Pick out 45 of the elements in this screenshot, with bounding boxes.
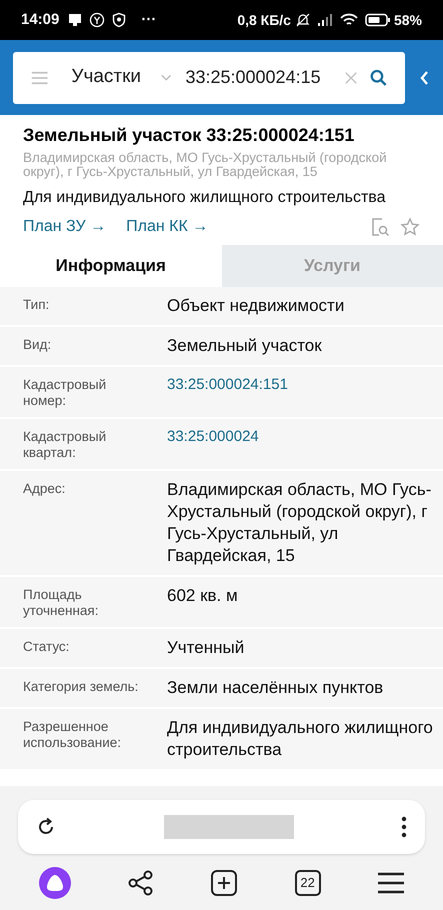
browser-logo-icon — [89, 12, 106, 28]
field-value[interactable]: 33:25:000024 — [167, 427, 259, 461]
parcel-address: Владимирская область, МО Гусь-Хрустальный (городской округ), г Гусь-Хрустальный, ул Гвардейская, 15 — [23, 151, 388, 179]
search-icon[interactable] — [370, 68, 387, 88]
field-label: Тип: — [23, 296, 50, 314]
field-value[interactable]: 33:25:000024:151 — [167, 375, 288, 409]
shield-icon — [111, 12, 128, 28]
plan-link[interactable]: План ЗУ → — [23, 215, 106, 239]
parcel-purpose: Для индивидуального жилищного строительства — [23, 188, 386, 208]
new-tab-icon[interactable] — [210, 869, 238, 897]
field-value: Земли населённых пунктов — [167, 677, 384, 699]
battery-percent: 58% — [394, 10, 422, 30]
field-label: Кадастровый номер: — [23, 376, 108, 409]
field-value: 602 кв. м — [167, 585, 238, 607]
bell-muted-icon — [294, 12, 311, 28]
field-label: Категория земель: — [23, 678, 140, 696]
plan-link[interactable]: План КК → — [126, 215, 208, 239]
field-label: Площадь уточненная: — [23, 586, 100, 619]
field-label: Адрес: — [23, 480, 66, 498]
more-notifications: ··· — [141, 10, 156, 30]
network-speed: 0,8 КБ/с — [237, 10, 291, 30]
signal-icon — [316, 13, 333, 27]
field-label: Кадастровый квартал: — [23, 428, 108, 461]
share-icon[interactable] — [128, 870, 154, 896]
search-field[interactable]: 33:25:000024:15 — [185, 64, 344, 91]
field-value: Земельный участок — [167, 335, 322, 357]
field-value: Для индивидуального жилищного строительства — [167, 717, 433, 761]
assistant-icon[interactable] — [38, 866, 72, 900]
notification-icon — [67, 12, 84, 28]
field-value: Учтенный — [167, 637, 244, 659]
star-icon[interactable] — [400, 217, 420, 237]
field-label: Вид: — [23, 336, 52, 354]
parcel-title: Земельный участок 33:25:000024:151 — [23, 124, 356, 147]
field-label: Статус: — [23, 638, 70, 656]
field-value: Владимирская область, МО Гусь-Хрустальный (городской округ), г Гусь-Хрустальный, ул Гвардейская, 15 — [167, 479, 432, 567]
status-time: 14:09 — [21, 10, 60, 30]
more-icon[interactable] — [401, 816, 407, 838]
battery-icon — [364, 13, 391, 27]
field-value: Объект недвижимости — [167, 295, 344, 317]
tabs-count-button[interactable]: 22 — [294, 870, 321, 896]
menu-icon[interactable] — [376, 872, 405, 894]
category-select[interactable]: Участки — [71, 63, 142, 92]
reload-icon[interactable] — [36, 817, 56, 837]
field-label: Разрешенное использование: — [23, 718, 122, 752]
chevron-left-icon[interactable] — [419, 70, 429, 86]
